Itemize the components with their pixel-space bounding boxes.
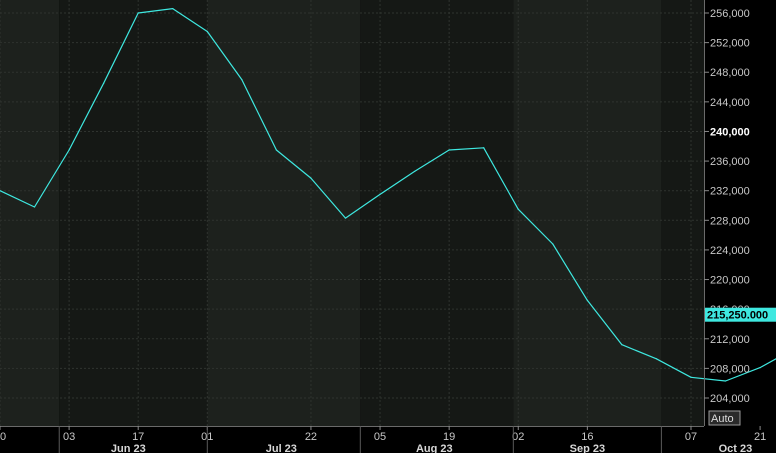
y-tick-label: 236,000 (710, 156, 750, 168)
y-tick-label: 232,000 (710, 186, 750, 198)
x-month-label: Sep 23 (570, 443, 605, 453)
x-tick-label: 19 (443, 431, 455, 443)
data-point (137, 12, 139, 14)
y-tick-label: 220,000 (710, 275, 750, 287)
y-tick-label: 224,000 (710, 245, 750, 257)
last-value-label: 215,250.000 (707, 310, 768, 322)
x-tick-label: 07 (685, 431, 697, 443)
x-month-label: Oct 23 (719, 443, 753, 453)
data-point (759, 367, 761, 369)
auto-scale-button-label[interactable]: Auto (711, 413, 734, 425)
month-band (0, 0, 60, 426)
data-point (344, 217, 347, 219)
x-tick-label: 03 (63, 431, 75, 443)
data-point (690, 376, 692, 378)
data-point (724, 380, 727, 382)
x-tick-label: 16 (581, 431, 593, 443)
x-tick-label: 02 (512, 431, 524, 443)
data-point (310, 177, 312, 179)
x-tick-label: 22 (305, 431, 317, 443)
y-tick-label: 204,000 (710, 393, 750, 405)
month-bands (0, 0, 776, 453)
y-tick-label: 228,000 (710, 215, 750, 227)
y-tick-label: 208,000 (710, 363, 750, 375)
x-tick-label: 17 (132, 431, 144, 443)
y-tick-label: 212,000 (710, 334, 750, 346)
data-point (379, 193, 381, 195)
data-point (586, 299, 588, 301)
x-month-label: Jun 23 (111, 443, 146, 453)
data-point (172, 7, 174, 10)
data-point (655, 358, 658, 360)
y-tick-label: 256,000 (710, 8, 750, 20)
x-tick-label: 20 (0, 431, 6, 443)
y-tick-label: 244,000 (710, 97, 750, 109)
chart: 204,000208,000212,000216,000220,000224,0… (0, 0, 776, 453)
data-point (414, 170, 416, 173)
data-point (552, 243, 554, 245)
data-point (241, 79, 243, 81)
data-point (448, 149, 450, 151)
month-band (59, 0, 208, 426)
data-point (103, 82, 105, 84)
x-tick-label: 21 (754, 431, 766, 443)
y-tick-label: 252,000 (710, 38, 750, 50)
data-point (621, 344, 623, 346)
data-point (68, 149, 70, 151)
data-point (517, 208, 519, 210)
y-tick-label: 240,000 (710, 126, 750, 138)
data-point (483, 147, 485, 149)
x-month-label: Jul 23 (266, 443, 297, 453)
month-band (360, 0, 514, 426)
y-tick-label: 248,000 (710, 67, 750, 79)
data-point (206, 30, 208, 33)
x-month-label: Aug 23 (416, 443, 453, 453)
data-point (33, 206, 36, 208)
last-value-marker: 215,250.000 (705, 307, 776, 322)
data-point (275, 149, 277, 151)
price-chart: 204,000208,000212,000216,000220,000224,0… (0, 0, 776, 453)
x-tick-label: 05 (374, 431, 386, 443)
auto-scale-button[interactable]: Auto (708, 410, 741, 426)
month-band (661, 0, 704, 426)
